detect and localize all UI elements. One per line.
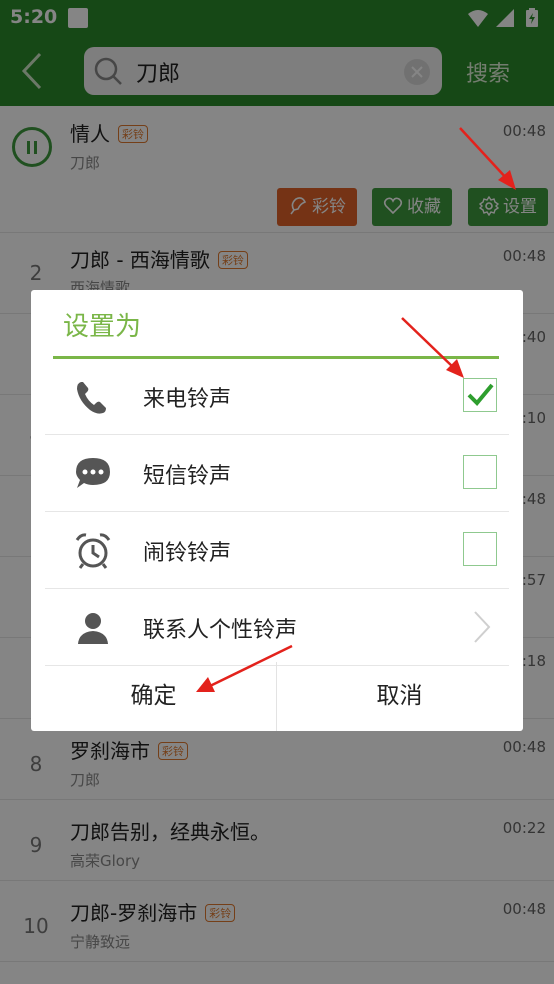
- red-arrow-icon: [196, 644, 293, 692]
- red-arrow-icon: [401, 317, 464, 378]
- red-arrow-icon: [459, 127, 516, 190]
- annotation-arrows: [196, 127, 516, 692]
